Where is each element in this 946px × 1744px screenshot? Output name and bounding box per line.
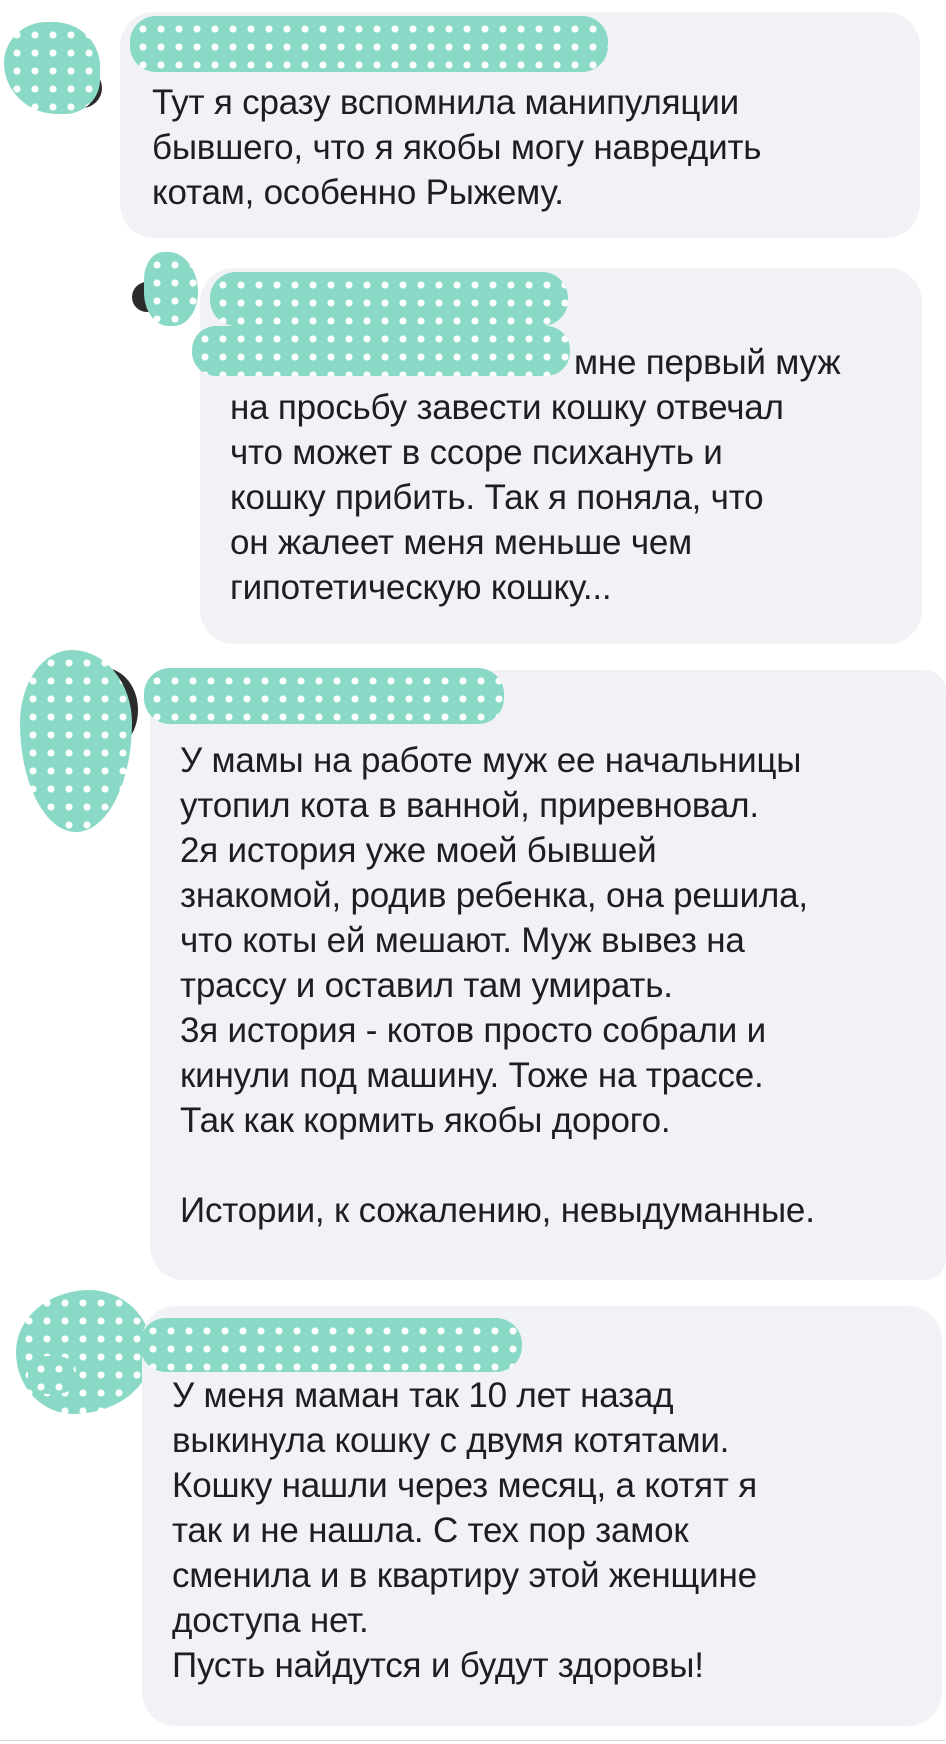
avatar-3-redaction[interactable] — [20, 650, 132, 832]
avatar-1-redaction[interactable] — [4, 22, 100, 114]
mention-tail-text: мне первый муж — [574, 343, 841, 382]
avatar-4-redaction-tail — [28, 1356, 76, 1394]
avatar-4-redaction[interactable] — [16, 1290, 152, 1414]
author-name-3-redaction[interactable] — [144, 668, 504, 724]
bottom-divider — [0, 1740, 946, 1741]
comment-text-4: У меня маман так 10 лет назад выкинула к… — [172, 1376, 758, 1685]
avatar-2-redaction[interactable] — [144, 252, 198, 326]
comment-text-3: У мамы на работе муж ее начальницы утопи… — [180, 741, 815, 1230]
author-name-2-redaction[interactable] — [210, 272, 568, 326]
author-name-1-redaction[interactable] — [130, 16, 608, 72]
comment-text-1: Тут я сразу вспомнила манипуляции бывшег… — [152, 83, 762, 212]
comment-text-2: на просьбу завести кошку отвечал что мож… — [230, 388, 784, 607]
author-name-4-redaction[interactable] — [140, 1318, 522, 1372]
mention-redaction[interactable] — [192, 326, 570, 376]
